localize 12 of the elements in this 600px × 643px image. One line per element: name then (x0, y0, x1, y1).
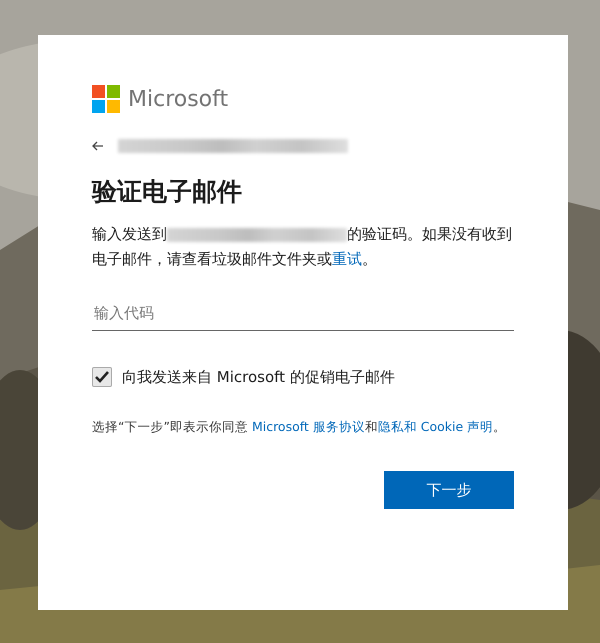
next-button[interactable]: 下一步 (384, 471, 514, 509)
microsoft-logo-icon (92, 85, 120, 113)
link[interactable]: 重试 (332, 250, 362, 268)
back-arrow-icon[interactable] (92, 141, 104, 151)
link[interactable]: Microsoft 服务协议 (252, 419, 365, 434)
brand-name: Microsoft (128, 86, 228, 112)
page-title: 验证电子邮件 (92, 176, 243, 208)
instruction-text: 输入发送到 的验证码。如果没有收到电子邮件，请查看垃圾邮件文件夹或重试。 (92, 224, 513, 270)
terms-text: 选择“下一步”即表示你同意 Microsoft 服务协议和隐私和 Cookie 声明。 (92, 418, 508, 436)
checkbox-label: 向我发送来自 Microsoft 的促销电子邮件 (122, 368, 395, 386)
promo-checkbox[interactable] (92, 367, 112, 387)
link[interactable]: 隐私和 Cookie 声明 (378, 419, 494, 434)
